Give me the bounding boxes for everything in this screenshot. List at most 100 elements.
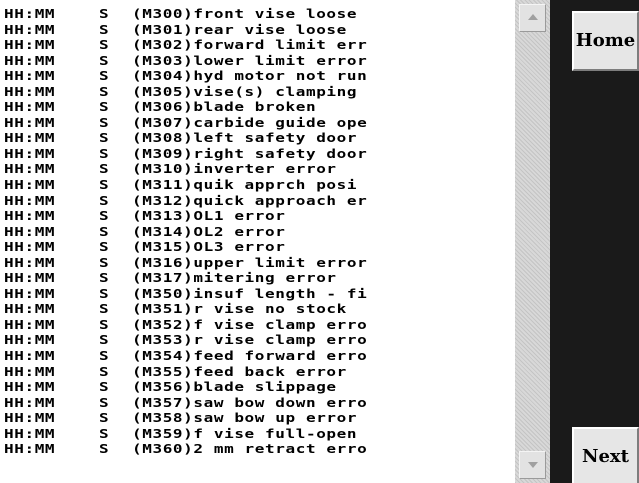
alarm-log-row: HH:MM S (M300)front vise loose	[4, 5, 367, 22]
alarm-time: HH:MM	[4, 394, 56, 410]
alarm-time: HH:MM	[4, 145, 56, 162]
alarm-log-row: HH:MM S (M317)mitering error	[4, 270, 367, 286]
alarm-time: HH:MM	[4, 441, 56, 457]
alarm-message: (M302)forward limit err	[132, 37, 368, 53]
alarm-flag: S	[99, 223, 110, 239]
alarm-flag: S	[99, 83, 110, 99]
alarm-flag: S	[99, 410, 110, 426]
alarm-log-row: HH:MM S (M311)quik apprch posi	[4, 176, 367, 193]
alarm-flag: S	[99, 270, 110, 286]
vertical-scrollbar[interactable]	[515, 0, 550, 483]
alarm-time: HH:MM	[4, 270, 56, 286]
alarm-log-row: HH:MM S (M313)OL1 error	[4, 208, 367, 224]
alarm-time: HH:MM	[4, 114, 56, 130]
alarm-message: (M317)mitering error	[132, 270, 337, 286]
alarm-message: (M306)blade broken	[132, 99, 317, 115]
home-button[interactable]: Home	[572, 11, 639, 71]
alarm-message: (M357)saw bow down erro	[132, 394, 368, 410]
alarm-flag: S	[99, 379, 110, 395]
alarm-message: (M307)carbide guide ope	[132, 114, 368, 130]
alarm-flag: S	[99, 332, 110, 348]
alarm-log-row: HH:MM S (M305)vise(s) clamping	[4, 83, 367, 99]
alarm-log-row: HH:MM S (M306)blade broken	[4, 99, 367, 115]
alarm-message: (M358)saw bow up error	[132, 410, 358, 426]
alarm-message: (M312)quick approach er	[132, 192, 368, 208]
alarm-flag: S	[99, 130, 110, 146]
alarm-message: (M300)front vise loose	[132, 5, 358, 22]
alarm-time: HH:MM	[4, 285, 56, 301]
alarm-flag: S	[99, 114, 110, 130]
alarm-time: HH:MM	[4, 363, 56, 379]
alarm-message: (M310)inverter error	[132, 161, 337, 177]
alarm-time: HH:MM	[4, 254, 56, 270]
alarm-message: (M309)right safety door	[132, 145, 368, 162]
alarm-time: HH:MM	[4, 176, 56, 193]
alarm-message: (M308)left safety door	[132, 130, 358, 146]
alarm-message: (M315)OL3 error	[132, 239, 286, 255]
alarm-log-row: HH:MM S (M356)blade slippage	[4, 379, 367, 395]
alarm-log-row: HH:MM S (M304)hyd motor not run	[4, 68, 368, 84]
alarm-message: (M314)OL2 error	[132, 223, 286, 239]
alarm-message: (M304)hyd motor not run	[132, 68, 368, 84]
alarm-log-row: HH:MM S (M354)feed forward erro	[4, 347, 368, 364]
alarm-message: (M356)blade slippage	[132, 379, 337, 395]
alarm-time: HH:MM	[4, 332, 56, 348]
alarm-log-row: HH:MM S (M309)right safety door	[4, 145, 368, 162]
alarm-time: HH:MM	[4, 301, 56, 317]
next-button[interactable]: Next	[572, 427, 639, 483]
alarm-history-screen: HH:MM S (M300)front vise loose HH:MM S (M301)…	[0, 0, 639, 483]
alarm-flag: S	[99, 425, 110, 441]
alarm-flag: S	[99, 21, 110, 37]
alarm-message: (M316)upper limit error	[132, 254, 368, 270]
alarm-flag: S	[99, 254, 110, 270]
alarm-flag: S	[99, 52, 110, 68]
alarm-time: HH:MM	[4, 68, 56, 84]
alarm-log-row: HH:MM S (M353)r vise clamp erro	[4, 332, 368, 348]
alarm-flag: S	[99, 301, 110, 317]
alarm-log-row: HH:MM S (M352)f vise clamp erro	[4, 316, 368, 333]
alarm-time: HH:MM	[4, 21, 56, 37]
alarm-log-row: HH:MM S (M301)rear vise loose	[4, 21, 367, 37]
alarm-flag: S	[99, 192, 110, 208]
alarm-message: (M352)f vise clamp erro	[132, 316, 368, 333]
alarm-flag: S	[99, 347, 110, 364]
alarm-message: (M303)lower limit error	[132, 52, 368, 68]
alarm-message: (M350)insuf length - fi	[132, 285, 368, 301]
alarm-log-list: HH:MM S (M300)front vise loose HH:MM S (M301)…	[4, 6, 367, 457]
alarm-log-row: HH:MM S (M355)feed back error	[4, 363, 367, 379]
alarm-time: HH:MM	[4, 223, 56, 239]
scroll-up-button[interactable]	[519, 4, 546, 32]
alarm-time: HH:MM	[4, 130, 56, 146]
alarm-time: HH:MM	[4, 410, 56, 426]
alarm-message: (M313)OL1 error	[132, 208, 286, 224]
alarm-time: HH:MM	[4, 379, 56, 395]
alarm-log-row: HH:MM S (M357)saw bow down erro	[4, 394, 368, 410]
alarm-message: (M354)feed forward erro	[132, 347, 368, 364]
alarm-flag: S	[99, 363, 110, 379]
alarm-time: HH:MM	[4, 83, 56, 99]
alarm-flag: S	[99, 316, 110, 333]
alarm-log-row: HH:MM S (M307)carbide guide ope	[4, 114, 368, 130]
alarm-flag: S	[99, 441, 110, 457]
alarm-flag: S	[99, 208, 110, 224]
alarm-log-row: HH:MM S (M310)inverter error	[4, 161, 367, 177]
alarm-message: (M359)f vise full-open	[132, 425, 358, 441]
alarm-log-row: HH:MM S (M358)saw bow up error	[4, 410, 367, 426]
alarm-flag: S	[99, 394, 110, 410]
alarm-flag: S	[99, 5, 110, 22]
alarm-message: (M355)feed back error	[132, 363, 347, 379]
alarm-log-row: HH:MM S (M359)f vise full-open	[4, 425, 367, 441]
scroll-down-button[interactable]	[519, 451, 546, 479]
alarm-time: HH:MM	[4, 5, 56, 22]
alarm-flag: S	[99, 68, 110, 84]
alarm-message: (M353)r vise clamp erro	[132, 332, 368, 348]
alarm-flag: S	[99, 239, 110, 255]
alarm-time: HH:MM	[4, 192, 56, 208]
alarm-message: (M351)r vise no stock	[132, 301, 347, 317]
alarm-time: HH:MM	[4, 347, 56, 364]
alarm-log-panel: HH:MM S (M300)front vise loose HH:MM S (M301)…	[0, 0, 515, 483]
alarm-log-row: HH:MM S (M351)r vise no stock	[4, 301, 367, 317]
alarm-flag: S	[99, 145, 110, 162]
navigation-panel: Home Next	[550, 0, 639, 483]
alarm-log-row: HH:MM S (M308)left safety door	[4, 130, 367, 146]
